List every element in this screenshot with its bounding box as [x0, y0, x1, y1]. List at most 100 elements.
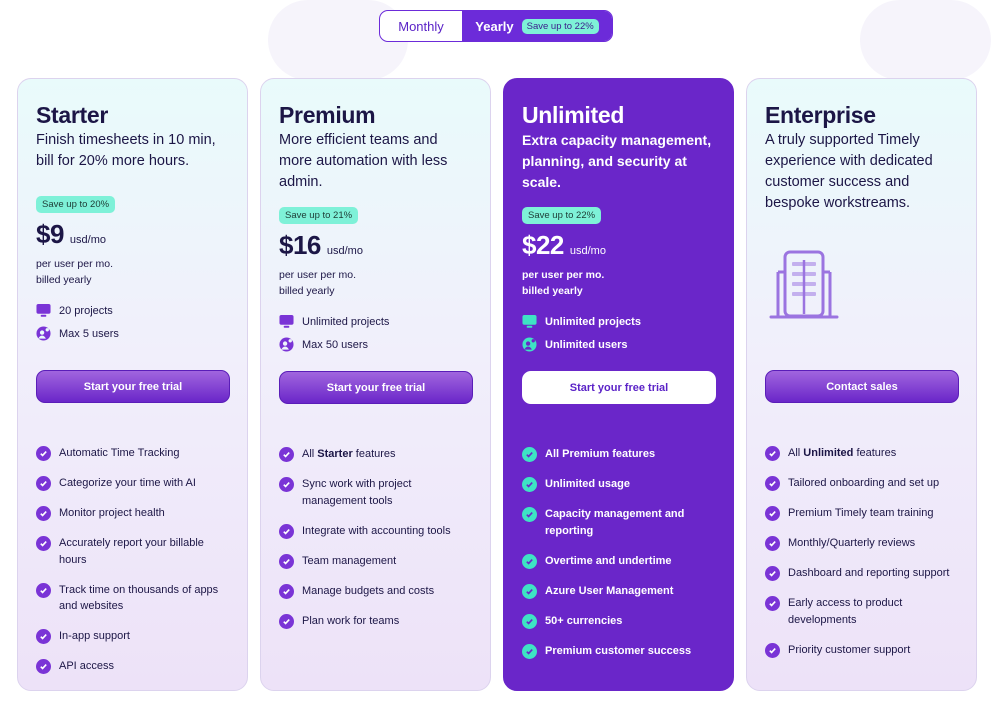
yearly-savings-badge: Save up to 22% — [521, 18, 599, 34]
building-icon — [769, 248, 958, 325]
feature-item: In-app support — [36, 628, 232, 645]
plan-card-starter: Starter Finish timesheets in 10 min, bil… — [17, 78, 248, 691]
check-icon — [36, 582, 51, 598]
limit-projects: 20 projects — [36, 299, 229, 322]
feature-item: Accurately report your billable hours — [36, 535, 232, 568]
plan-name: Enterprise — [765, 102, 876, 128]
users-icon — [522, 337, 537, 352]
feature-item: Tailored onboarding and set up — [765, 475, 961, 492]
limit-text: Unlimited projects — [545, 315, 641, 328]
start-free-trial-button[interactable]: Start your free trial — [279, 371, 473, 404]
feature-text: Categorize your time with AI — [59, 477, 196, 489]
limit-users: Unlimited users — [522, 333, 715, 356]
check-icon — [765, 642, 780, 658]
feature-text: Monthly/Quarterly reviews — [788, 537, 916, 549]
plan-name: Premium — [279, 102, 376, 128]
feature-item: Azure User Management — [522, 583, 718, 600]
feature-item: Dashboard and reporting support — [765, 565, 961, 582]
limit-users: Max 5 users — [36, 322, 229, 345]
check-icon — [522, 643, 537, 659]
check-icon — [765, 596, 780, 611]
feature-item: Unlimited usage — [522, 476, 718, 493]
feature-text: Tailored onboarding and set up — [788, 477, 940, 489]
limit-users: Max 50 users — [279, 333, 472, 356]
limit-projects: Unlimited projects — [522, 310, 715, 333]
feature-text: Azure User Management — [545, 584, 674, 597]
feature-item: Priority customer support — [765, 642, 961, 659]
feature-item: Premium customer success — [522, 643, 718, 660]
check-icon — [522, 613, 537, 629]
billing-period-toggle: Monthly Yearly Save up to 22% — [379, 10, 613, 42]
feature-text: Track time on thousands of apps and webs… — [59, 583, 219, 613]
plan-limits: Unlimited projects Unlimited users — [522, 310, 715, 356]
price-row: $22 usd/mo — [522, 230, 715, 261]
plan-card-premium: Premium More efficient teams and more au… — [260, 78, 491, 691]
check-icon — [279, 583, 294, 599]
check-icon — [522, 477, 537, 492]
contact-sales-button[interactable]: Contact sales — [765, 370, 959, 403]
feature-item: API access — [36, 658, 232, 675]
feature-list: All Unlimited features Tailored onboardi… — [765, 445, 961, 672]
check-icon — [36, 536, 51, 551]
check-icon — [36, 446, 51, 461]
price-note-line: per user per mo. — [36, 258, 114, 270]
feature-item: Capacity management and reporting — [522, 506, 718, 539]
check-icon — [522, 447, 537, 462]
limit-text: Unlimited projects — [302, 315, 390, 328]
price: $16 — [279, 230, 321, 260]
price-note: per user per mo. billed yearly — [279, 267, 472, 299]
feature-text: Premium customer success — [545, 644, 692, 657]
feature-text: All Premium features — [545, 448, 656, 460]
feature-text: Monitor project health — [59, 507, 165, 519]
check-icon — [522, 553, 537, 569]
start-free-trial-button[interactable]: Start your free trial — [522, 371, 716, 404]
check-icon — [279, 447, 294, 462]
price-note-line: billed yearly — [522, 285, 583, 297]
plan-limits: Unlimited projects Max 50 users — [279, 310, 472, 356]
monitor-icon — [522, 314, 537, 329]
start-free-trial-button[interactable]: Start your free trial — [36, 370, 230, 403]
feature-text: Sync work with project management tools — [302, 478, 412, 507]
feature-text: Accurately report your billable hours — [59, 537, 204, 566]
limit-text: Max 5 users — [59, 327, 119, 340]
feature-text: Capacity management and reporting — [545, 508, 685, 537]
price-unit: usd/mo — [569, 245, 606, 257]
check-icon — [522, 583, 537, 599]
feature-item: Plan work for teams — [279, 613, 475, 630]
check-icon — [279, 523, 294, 539]
feature-text: All Unlimited features — [788, 447, 897, 459]
feature-text: Manage budgets and costs — [302, 584, 435, 597]
price-note: per user per mo. billed yearly — [522, 267, 715, 299]
monitor-icon — [279, 314, 294, 329]
check-icon — [279, 613, 294, 629]
check-icon — [36, 506, 51, 521]
price-unit: usd/mo — [69, 234, 106, 246]
feature-text: Premium Timely team training — [788, 507, 934, 519]
feature-item: Categorize your time with AI — [36, 475, 232, 492]
plan-description: More efficient teams and more automation… — [279, 132, 448, 190]
yearly-option[interactable]: Yearly Save up to 22% — [462, 11, 612, 41]
feature-list: Automatic Time Tracking Categorize your … — [36, 445, 232, 688]
check-icon — [522, 507, 537, 522]
feature-item: All Premium features — [522, 446, 718, 463]
feature-item: All Unlimited features — [765, 445, 961, 462]
feature-item: Integrate with accounting tools — [279, 523, 475, 540]
feature-item: Track time on thousands of apps and webs… — [36, 582, 232, 615]
feature-text: Integrate with accounting tools — [302, 524, 451, 537]
check-icon — [36, 629, 51, 644]
limit-text: Unlimited users — [545, 338, 628, 351]
limit-text: 20 projects — [59, 304, 113, 317]
feature-text: Dashboard and reporting support — [788, 567, 950, 579]
feature-item: Manage budgets and costs — [279, 583, 475, 600]
price-note-line: per user per mo. — [279, 269, 357, 281]
plan-description: Extra capacity management, planning, and… — [522, 132, 712, 190]
feature-text: API access — [59, 660, 115, 672]
savings-badge: Save up to 21% — [279, 207, 359, 224]
feature-item: 50+ currencies — [522, 613, 718, 630]
feature-item: Early access to product developments — [765, 595, 961, 628]
price-row: $16 usd/mo — [279, 230, 472, 261]
check-icon — [36, 476, 51, 491]
check-icon — [36, 659, 51, 674]
feature-item: Monthly/Quarterly reviews — [765, 535, 961, 552]
monthly-option[interactable]: Monthly — [380, 11, 462, 41]
